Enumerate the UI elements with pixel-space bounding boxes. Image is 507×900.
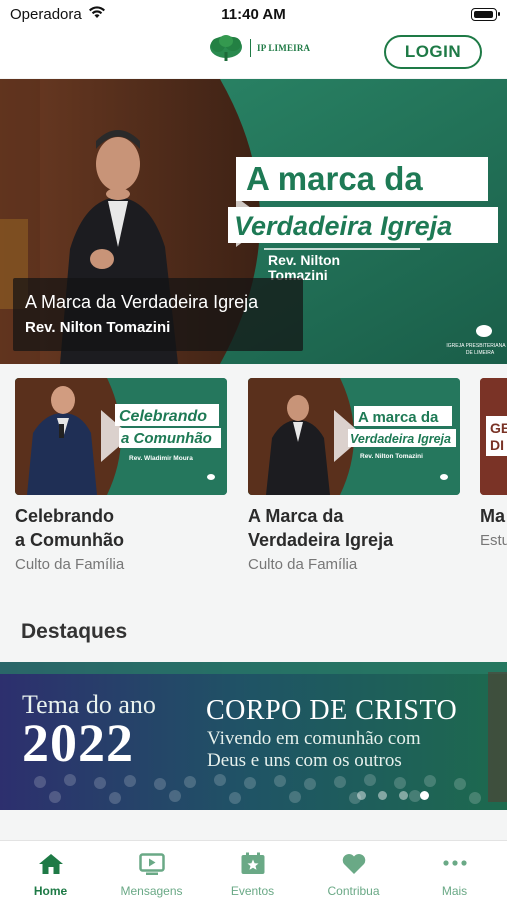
thumb-line2: DI — [490, 437, 504, 453]
thumb-line1: GE — [490, 420, 507, 436]
status-bar: Operadora 11:40 AM — [0, 0, 507, 30]
video-category: Culto da Família — [248, 556, 358, 573]
video-thumbnail: A marca da Verdadeira Igreja Rev. Nilton… — [248, 378, 460, 495]
carousel-dots[interactable] — [357, 791, 429, 800]
section-title-destaques: Destaques — [21, 620, 128, 643]
tab-label: Mensagens — [120, 884, 183, 898]
svg-text:DE LIMEIRA: DE LIMEIRA — [466, 350, 495, 356]
video-card[interactable]: A marca da Verdadeira Igreja Rev. Nilton… — [248, 378, 460, 573]
logo-text: IP LIMEIRA — [257, 43, 311, 53]
destaques-banner[interactable]: Tema do ano 2022 CORPO DE CRISTO Vivendo… — [0, 662, 507, 810]
tree-logo-icon — [210, 35, 242, 61]
login-button[interactable]: LOGIN — [384, 35, 482, 69]
tab-label: Eventos — [230, 884, 275, 898]
tab-contribua[interactable]: Contribua — [303, 841, 404, 900]
church-mark-icon — [476, 325, 492, 337]
hero-video[interactable]: A marca da Verdadeira Igreja Rev. Nilton… — [0, 79, 507, 364]
tab-label: Home — [33, 884, 68, 898]
thumb-line1: A marca da — [358, 409, 439, 426]
thumbnail-artwork: GE DI — [480, 378, 507, 495]
carousel-dot[interactable] — [399, 791, 408, 800]
battery-icon — [471, 8, 500, 21]
home-icon — [39, 854, 63, 874]
hero-speaker-line1: Rev. Nilton — [268, 252, 340, 268]
video-thumbnail: GE DI — [480, 378, 507, 495]
banner-subtitle-line2: Deus e uns com os outros — [207, 750, 402, 771]
hero-caption: A Marca da Verdadeira Igreja Rev. Nilton… — [13, 278, 303, 351]
video-card-partial[interactable]: GE DI Ma Estu — [480, 378, 507, 549]
logo-divider — [250, 39, 251, 57]
tab-mais[interactable]: Mais — [404, 841, 505, 900]
video-card[interactable]: Celebrando a Comunhão Rev. Wladimir Mour… — [15, 378, 227, 573]
more-dots-icon — [443, 860, 467, 866]
hero-title-line1: A marca da — [246, 160, 423, 197]
church-mark-text: IGREJA PRESBITERIANA — [446, 343, 506, 349]
tab-label: Mais — [441, 884, 468, 898]
thumb-line2: Verdadeira Igreja — [350, 432, 451, 446]
thumbnail-artwork: Celebrando a Comunhão Rev. Wladimir Mour… — [15, 378, 227, 495]
video-title: Celebrando a Comunhão — [15, 506, 125, 550]
thumb-line1: Celebrando — [119, 408, 207, 425]
thumb-line2: a Comunhão — [121, 430, 212, 447]
video-category: Estu — [480, 532, 507, 549]
video-title: A Marca da Verdadeira Igreja — [248, 506, 394, 550]
hero-title-line2: Verdadeira Igreja — [234, 211, 452, 241]
tab-eventos[interactable]: Eventos — [202, 841, 303, 900]
banner-title: CORPO DE CRISTO — [206, 695, 458, 726]
carousel-dot[interactable] — [357, 791, 366, 800]
video-category: Culto da Família — [15, 556, 125, 573]
video-thumbnail: Celebrando a Comunhão Rev. Wladimir Mour… — [15, 378, 227, 495]
app-header: IP LIMEIRA LOGIN — [0, 30, 507, 78]
videos-carousel[interactable]: Celebrando a Comunhão Rev. Wladimir Mour… — [0, 378, 507, 588]
carousel-dot-active[interactable] — [420, 791, 429, 800]
calendar-star-icon — [241, 852, 265, 874]
thumbnail-artwork: A marca da Verdadeira Igreja Rev. Nilton… — [248, 378, 460, 495]
tab-home[interactable]: Home — [0, 841, 101, 900]
video-title: Ma — [480, 506, 506, 526]
video-icon — [139, 853, 165, 875]
thumb-speaker: Rev. Nilton Tomazini — [360, 453, 423, 460]
thumb-speaker: Rev. Wladimir Moura — [129, 455, 193, 462]
banner-year: 2022 — [22, 713, 134, 773]
heart-icon — [342, 854, 366, 874]
hero-caption-title: A Marca da Verdadeira Igreja — [25, 292, 259, 312]
banner-subtitle-line1: Vivendo em comunhão com — [207, 728, 421, 749]
hero-caption-subtitle: Rev. Nilton Tomazini — [25, 319, 171, 336]
clock: 11:40 AM — [221, 6, 286, 23]
carousel-dot[interactable] — [378, 791, 387, 800]
tab-mensagens[interactable]: Mensagens — [101, 841, 202, 900]
tab-label: Contribua — [327, 884, 380, 898]
tab-bar: Home Mensagens Eventos Contribua Mais — [0, 840, 507, 900]
church-logo[interactable]: IP LIMEIRA — [208, 34, 310, 62]
